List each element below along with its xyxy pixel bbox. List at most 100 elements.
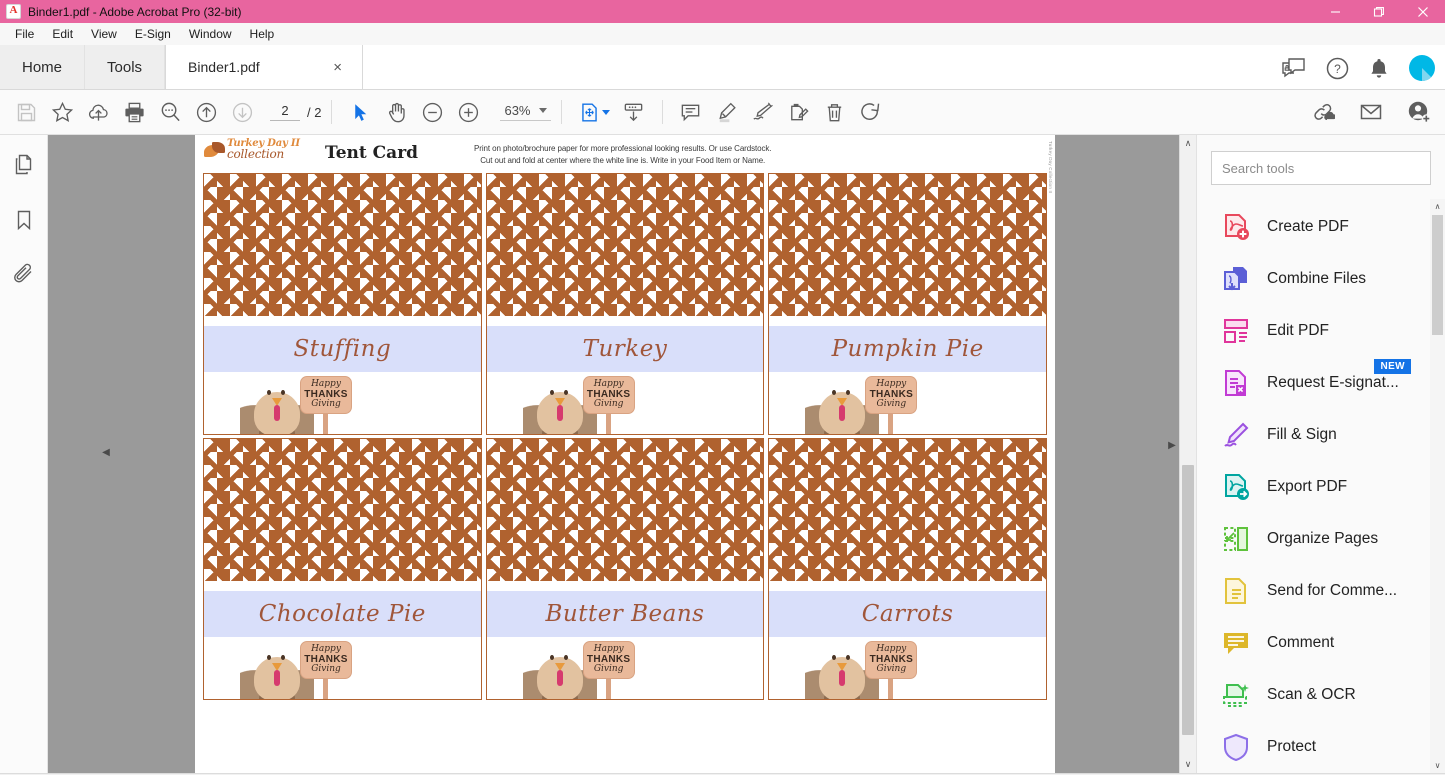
attachments-icon[interactable] <box>12 263 36 292</box>
page-display-icon[interactable] <box>616 94 652 130</box>
turkey-eye-right-icon <box>281 390 285 395</box>
send-email-icon[interactable] <box>1353 94 1389 130</box>
collapse-navigation-pane-icon[interactable]: ◀ <box>100 440 112 464</box>
tab-tools[interactable]: Tools <box>85 45 166 89</box>
tools-scroll-down-button[interactable]: ∨ <box>1430 758 1445 773</box>
tool-comment[interactable]: Comment <box>1197 617 1445 669</box>
card-label: Carrots <box>861 601 954 627</box>
tool-organize-pages[interactable]: Organize Pages <box>1197 513 1445 565</box>
delete-page-icon[interactable] <box>817 94 853 130</box>
sign-document-icon[interactable] <box>745 94 781 130</box>
tool-scan-and-ocr[interactable]: Scan & OCR <box>1197 669 1445 721</box>
tool-edit-pdf[interactable]: Edit PDF <box>1197 305 1445 357</box>
close-tab-icon[interactable]: × <box>327 59 348 76</box>
tab-strip: Home Tools Binder1.pdf × ? <box>0 45 1445 90</box>
tab-document-label: Binder1.pdf <box>188 59 260 75</box>
feedback-icon[interactable] <box>1281 57 1306 79</box>
svg-text:?: ? <box>1334 62 1341 76</box>
tab-document[interactable]: Binder1.pdf × <box>165 45 364 89</box>
tool-protect[interactable]: Protect <box>1197 721 1445 773</box>
search-tools-field[interactable] <box>1211 151 1431 185</box>
notifications-bell-icon[interactable] <box>1369 57 1389 80</box>
save-to-cloud-icon[interactable] <box>80 94 116 130</box>
turkey-eye-left-icon <box>549 390 554 395</box>
tool-label: Edit PDF <box>1267 322 1330 339</box>
tool-send-for-comments[interactable]: Send for Comme... <box>1197 565 1445 617</box>
fold-line <box>769 581 1046 591</box>
print-icon[interactable] <box>116 94 152 130</box>
document-viewport[interactable]: ◀ Turkey Day II collection Tent Card Pri… <box>48 135 1196 773</box>
tools-scroll-up-button[interactable]: ∧ <box>1430 199 1445 214</box>
zoom-in-icon[interactable] <box>450 94 486 130</box>
thanksgiving-sign: Happy THANKS Giving <box>300 641 352 679</box>
add-recipient-icon[interactable] <box>1401 94 1437 130</box>
zoom-level-dropdown[interactable]: 63% <box>500 103 551 121</box>
menu-window[interactable]: Window <box>180 24 241 44</box>
tab-home[interactable]: Home <box>0 45 86 89</box>
main-area: ◀ Turkey Day II collection Tent Card Pri… <box>0 135 1445 773</box>
minimize-button[interactable] <box>1313 0 1357 23</box>
maximize-button[interactable] <box>1357 0 1401 23</box>
toolbar-right-group <box>1305 94 1437 130</box>
add-comment-icon[interactable] <box>673 94 709 130</box>
user-avatar[interactable] <box>1409 55 1435 81</box>
help-icon[interactable]: ? <box>1326 57 1349 80</box>
tool-export-pdf[interactable]: Export PDF <box>1197 461 1445 513</box>
card-name-band: Butter Beans <box>486 591 764 637</box>
edit-pdf-icon <box>1221 316 1251 346</box>
menu-help[interactable]: Help <box>241 24 284 44</box>
thanksgiving-sign: Happy THANKS Giving <box>865 376 918 414</box>
tool-label: Scan & OCR <box>1267 686 1356 703</box>
add-to-favorites-icon[interactable] <box>44 94 80 130</box>
menu-edit[interactable]: Edit <box>43 24 82 44</box>
tool-request-esignature[interactable]: Request E-signat... NEW <box>1197 357 1445 409</box>
previous-page-icon[interactable] <box>188 94 224 130</box>
acrobat-icon <box>6 4 21 19</box>
save-file-icon[interactable] <box>8 94 44 130</box>
create-pdf-icon <box>1221 212 1251 242</box>
page-thumbnails-icon[interactable] <box>12 153 36 182</box>
tool-combine-files[interactable]: Combine Files <box>1197 253 1445 305</box>
search-tools-input[interactable] <box>1222 160 1420 176</box>
sign-post-icon <box>323 678 328 699</box>
search-document-icon[interactable] <box>152 94 188 130</box>
document-vertical-scrollbar[interactable]: ∧ ∨ <box>1179 135 1196 773</box>
export-pdf-icon <box>1221 472 1251 502</box>
menu-file[interactable]: File <box>6 24 43 44</box>
zoom-out-icon[interactable] <box>414 94 450 130</box>
document-instructions: Print on photo/brochure paper for more p… <box>474 143 771 166</box>
page-number-input[interactable] <box>270 103 300 121</box>
scroll-down-button[interactable]: ∨ <box>1180 756 1196 773</box>
scroll-up-button[interactable]: ∧ <box>1180 135 1196 152</box>
houndstooth-pattern <box>204 439 481 581</box>
tool-fill-and-sign[interactable]: Fill & Sign <box>1197 409 1445 461</box>
tool-create-pdf[interactable]: Create PDF <box>1197 201 1445 253</box>
turkey-wattle-icon <box>556 670 563 686</box>
tools-scrollbar-thumb[interactable] <box>1432 215 1443 335</box>
edit-pdf-icon[interactable] <box>781 94 817 130</box>
bookmarks-icon[interactable] <box>12 208 36 237</box>
tent-card: Butter Beans Happy THANKS Giving <box>485 438 765 700</box>
next-page-icon[interactable] <box>224 94 260 130</box>
sign-line-3: Giving <box>311 664 341 675</box>
turkey-wattle-icon <box>839 670 846 686</box>
tools-vertical-scrollbar[interactable]: ∧ ∨ <box>1430 199 1445 773</box>
sign-post-icon <box>888 678 894 699</box>
turkey-illustration: Happy THANKS Giving <box>769 372 1046 434</box>
tent-card: Carrots Happy THANKS Giving <box>768 438 1047 700</box>
close-button[interactable] <box>1401 0 1445 23</box>
sign-post-icon <box>605 678 611 699</box>
share-link-icon[interactable] <box>1305 94 1341 130</box>
rotate-page-icon[interactable] <box>853 94 889 130</box>
menu-view[interactable]: View <box>82 24 126 44</box>
hand-tool-icon[interactable] <box>378 94 414 130</box>
new-badge: NEW <box>1374 359 1411 374</box>
turkey-illustration: Happy THANKS Giving <box>486 637 764 699</box>
fit-page-chevron-down-icon[interactable] <box>601 109 610 115</box>
highlight-text-icon[interactable] <box>709 94 745 130</box>
scrollbar-thumb[interactable] <box>1182 465 1194 735</box>
turkey-wattle-icon <box>274 670 280 686</box>
select-tool-icon[interactable] <box>342 94 378 130</box>
expand-tools-pane-icon[interactable]: ▶ <box>1166 433 1178 457</box>
menu-esign[interactable]: E-Sign <box>126 24 180 44</box>
